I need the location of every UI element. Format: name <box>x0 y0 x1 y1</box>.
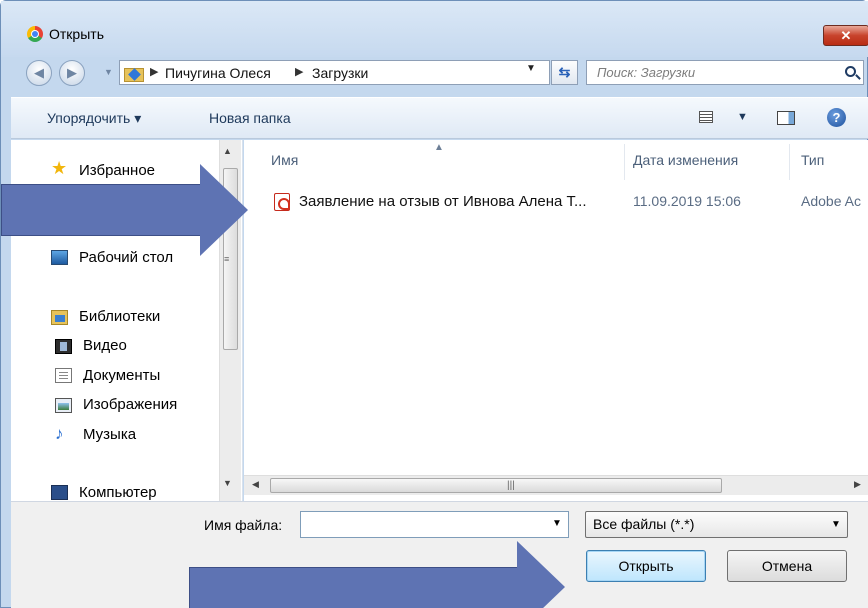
open-button[interactable]: Открыть <box>586 550 706 582</box>
organize-button[interactable]: Упорядочить ▾ <box>47 110 141 127</box>
scroll-right-icon[interactable]: ▶ <box>854 479 861 490</box>
file-type-filter-value: Все файлы (*.*) <box>593 516 695 532</box>
change-view-icon[interactable] <box>699 111 713 123</box>
images-icon <box>55 398 72 413</box>
column-header-date[interactable]: Дата изменения <box>633 152 738 168</box>
scroll-left-icon[interactable]: ◀ <box>252 479 259 490</box>
view-options-dropdown-icon[interactable]: ▼ <box>737 111 748 123</box>
scroll-down-icon[interactable]: ▼ <box>223 478 232 488</box>
breadcrumb-separator-icon[interactable]: ▶ <box>295 65 303 78</box>
desktop-icon <box>51 250 68 265</box>
sidebar-item-favorites[interactable]: Избранное <box>79 162 155 179</box>
sidebar-item-music[interactable]: Музыка <box>83 426 136 443</box>
recent-locations-dropdown-icon[interactable]: ▼ <box>104 67 113 77</box>
chrome-icon <box>27 26 43 42</box>
sidebar-item-documents[interactable]: Документы <box>83 367 160 384</box>
chevron-down-icon: ▼ <box>831 519 841 530</box>
arrow-shaft <box>1 184 201 236</box>
search-box[interactable]: Поиск: Загрузки <box>586 60 864 85</box>
sidebar-item-images[interactable]: Изображения <box>83 396 177 413</box>
address-bar[interactable]: ▶ Пичугина Олеся ▶ Загрузки <box>119 60 550 85</box>
filename-field[interactable] <box>300 511 569 538</box>
scroll-up-icon[interactable]: ▲ <box>223 146 232 156</box>
column-divider[interactable] <box>624 144 625 180</box>
open-file-dialog: Открыть ✕ ◀ ▶ ▼ ▶ Пичугина Олеся ▶ Загру… <box>0 0 868 608</box>
folder-icon <box>124 65 144 82</box>
back-arrow-icon: ◀ <box>34 65 44 80</box>
refresh-button[interactable]: ⇆ <box>551 60 578 85</box>
libraries-icon <box>51 310 68 325</box>
refresh-icon: ⇆ <box>558 64 571 80</box>
sort-ascending-icon: ▲ <box>434 142 444 153</box>
forward-button[interactable]: ▶ <box>59 60 85 86</box>
pdf-icon <box>274 193 290 211</box>
search-input[interactable]: Поиск: Загрузки <box>597 65 695 80</box>
arrow-shaft <box>189 567 519 608</box>
search-icon[interactable] <box>845 66 856 77</box>
arrow-head-icon <box>200 164 248 256</box>
video-icon <box>55 339 72 354</box>
breadcrumb-user[interactable]: Пичугина Олеся <box>165 65 271 81</box>
scroll-grip-icon: ||| <box>507 480 515 491</box>
arrow-head-icon <box>517 541 565 608</box>
forward-arrow-icon: ▶ <box>67 65 77 80</box>
help-icon[interactable]: ? <box>827 108 846 127</box>
preview-pane-icon[interactable] <box>777 111 795 125</box>
cancel-button[interactable]: Отмена <box>727 550 847 582</box>
back-button[interactable]: ◀ <box>26 60 52 86</box>
computer-icon <box>51 485 68 500</box>
column-header-name[interactable]: Имя <box>271 152 298 168</box>
address-dropdown-icon[interactable]: ▼ <box>526 63 536 74</box>
horizontal-scrollbar-thumb[interactable]: ||| <box>270 478 722 493</box>
music-icon: ♪ <box>55 424 64 443</box>
file-type-filter[interactable]: Все файлы (*.*) ▼ <box>585 511 848 538</box>
new-folder-button[interactable]: Новая папка <box>209 110 291 126</box>
horizontal-scrollbar[interactable]: ◀ ||| ▶ <box>244 475 868 495</box>
sidebar-item-video[interactable]: Видео <box>83 337 127 354</box>
file-type: Adobe Ac <box>801 193 861 209</box>
breadcrumb-separator-icon[interactable]: ▶ <box>150 65 158 78</box>
documents-icon <box>55 368 72 383</box>
title-bar <box>1 1 868 57</box>
sidebar-item-computer[interactable]: Компьютер <box>79 484 157 501</box>
breadcrumb-downloads[interactable]: Загрузки <box>312 65 368 81</box>
file-list: ▲ Имя Дата изменения Тип Заявление на от… <box>244 140 868 501</box>
star-icon: ★ <box>51 158 68 178</box>
file-date: 11.09.2019 15:06 <box>633 193 741 209</box>
sidebar-item-desktop[interactable]: Рабочий стол <box>79 249 173 266</box>
filename-label: Имя файла: <box>204 517 283 533</box>
sidebar-item-libraries[interactable]: Библиотеки <box>79 308 160 325</box>
column-header-type[interactable]: Тип <box>801 152 824 168</box>
dialog-title: Открыть <box>49 26 104 42</box>
column-divider[interactable] <box>789 144 790 180</box>
file-name[interactable]: Заявление на отзыв от Ивнова Алена Т... <box>299 193 587 210</box>
filename-dropdown-icon[interactable]: ▼ <box>552 518 562 529</box>
close-button[interactable]: ✕ <box>823 25 868 46</box>
